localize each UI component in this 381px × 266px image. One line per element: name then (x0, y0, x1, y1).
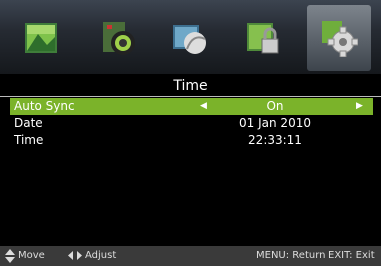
row-value: On (266, 99, 284, 113)
sound-tab-icon (103, 22, 135, 55)
menu-row-auto-sync[interactable]: Auto Sync ◀ On ▶ (10, 98, 373, 115)
help-adjust: Adjust (85, 250, 117, 261)
row-label: Auto Sync (14, 99, 75, 113)
setup-tab-icon (322, 21, 358, 57)
menu-title: Time (173, 78, 208, 94)
tab-sound[interactable] (86, 5, 150, 71)
tab-setup[interactable] (307, 5, 371, 71)
tv-osd-screen: Time Auto Sync ◀ On ▶ Date 01 Jan 2010 T… (0, 0, 381, 266)
tab-lock[interactable] (232, 5, 296, 71)
help-bar: Move Adjust MENU: Return EXIT: Exit (0, 246, 381, 266)
row-value: 22:33:11 (248, 133, 302, 147)
row-label: Time (14, 133, 44, 147)
right-arrow-icon[interactable]: ▶ (356, 98, 363, 115)
channel-tab-icon (173, 25, 206, 54)
menu-tab-bar (0, 0, 381, 74)
lock-tab-icon (247, 23, 279, 54)
left-right-arrow-icon (68, 251, 82, 260)
menu-row-date[interactable]: Date 01 Jan 2010 (10, 115, 373, 132)
help-move: Move (18, 250, 45, 261)
help-exit: EXIT: Exit (328, 250, 375, 261)
tab-channel[interactable] (158, 5, 222, 71)
menu-row-time[interactable]: Time 22:33:11 (10, 132, 373, 149)
help-menu-return: MENU: Return (256, 250, 326, 261)
tab-picture[interactable] (10, 5, 74, 71)
picture-tab-icon (25, 23, 57, 53)
up-down-arrow-icon (5, 249, 15, 263)
row-label: Date (14, 116, 43, 130)
title-separator (0, 96, 381, 97)
row-value: 01 Jan 2010 (239, 116, 311, 130)
